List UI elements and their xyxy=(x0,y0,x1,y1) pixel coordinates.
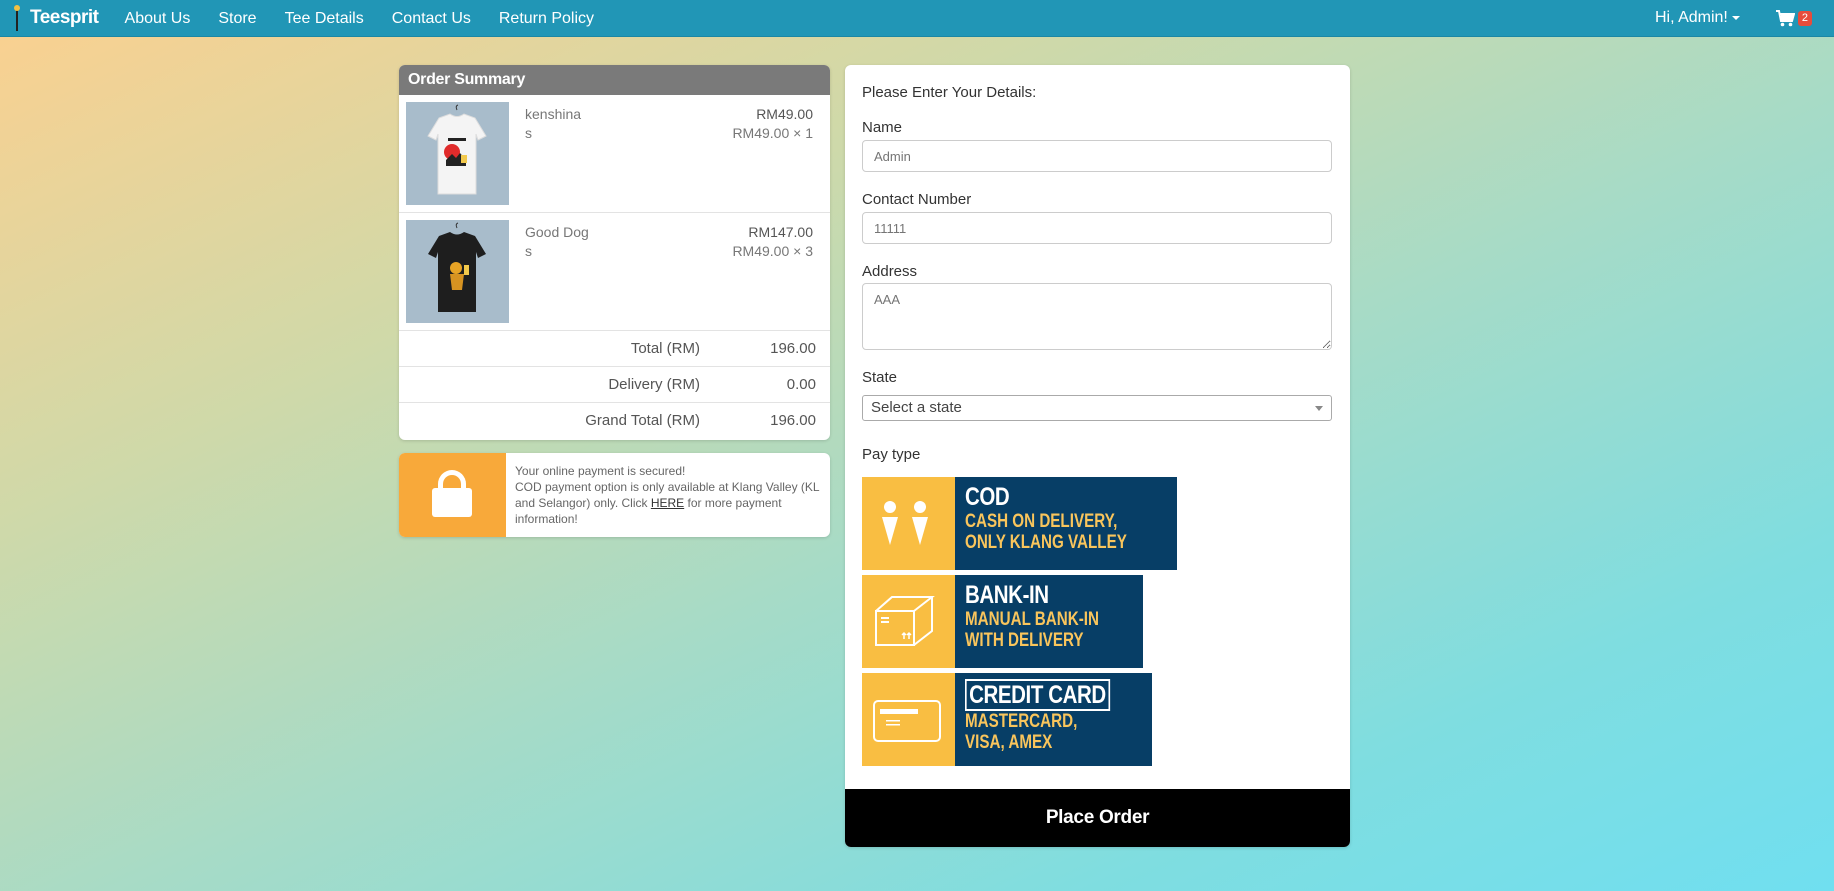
item-name: kenshina xyxy=(525,106,582,122)
state-select-value: Select a state xyxy=(871,399,962,416)
order-item: kenshina s RM49.00 RM49.00 × 1 xyxy=(399,95,830,213)
dropdown-arrow-icon xyxy=(1315,406,1323,411)
order-summary-title: Order Summary xyxy=(399,65,830,95)
payment-info-link[interactable]: HERE xyxy=(651,496,684,510)
form-title: Please Enter Your Details: xyxy=(862,84,1037,101)
order-summary-panel: Order Summary kenshina s RM49.00 RM49.00… xyxy=(399,65,830,440)
pay-option-sub: VISA, AMEX xyxy=(965,732,1053,753)
place-order-button[interactable]: Place Order xyxy=(845,789,1350,847)
item-line-total: RM147.00 xyxy=(748,224,813,240)
nav-link-contact-us[interactable]: Contact Us xyxy=(378,0,485,37)
nav-link-store[interactable]: Store xyxy=(204,0,270,37)
shopping-cart-icon xyxy=(1775,9,1795,26)
pay-option-sub: WITH DELIVERY xyxy=(965,630,1084,651)
secure-payment-notice: Your online payment is secured! COD paym… xyxy=(399,453,830,537)
delivery-value: 0.00 xyxy=(786,376,816,393)
product-image xyxy=(406,102,509,205)
white-tshirt-icon xyxy=(427,104,487,195)
caret-down-icon xyxy=(1731,16,1740,20)
card-icon xyxy=(862,673,955,766)
customer-details-form: Please Enter Your Details: Name Contact … xyxy=(845,65,1350,847)
nav-link-about-us[interactable]: About Us xyxy=(111,0,205,37)
grand-total-value: 196.00 xyxy=(770,412,816,429)
pay-option-title: COD xyxy=(965,483,1010,511)
grand-total-label: Grand Total (RM) xyxy=(585,412,700,429)
user-dropdown[interactable]: Hi, Admin! xyxy=(1655,9,1740,27)
nav-link-return-policy[interactable]: Return Policy xyxy=(485,0,608,37)
black-tshirt-icon xyxy=(428,222,486,312)
state-select[interactable]: Select a state xyxy=(862,395,1332,421)
brand-link[interactable]: Teesprit xyxy=(14,0,99,37)
pay-option-title: BANK-IN xyxy=(965,581,1049,609)
total-value: 196.00 xyxy=(770,340,816,357)
item-line-total: RM49.00 xyxy=(756,106,813,122)
address-label: Address xyxy=(862,263,918,280)
pay-option-sub: CASH ON DELIVERY, xyxy=(965,511,1118,532)
grand-total-row: Grand Total (RM) 196.00 xyxy=(399,403,830,439)
pay-option-credit-card[interactable]: CREDIT CARD MASTERCARD, VISA, AMEX xyxy=(862,673,1152,766)
total-row: Total (RM) 196.00 xyxy=(399,331,830,367)
cart-count-badge: 2 xyxy=(1797,10,1812,26)
contact-number-input[interactable] xyxy=(862,212,1332,244)
delivery-label: Delivery (RM) xyxy=(608,376,700,393)
pay-option-sub: MASTERCARD, xyxy=(965,711,1078,732)
nav-link-tee-details[interactable]: Tee Details xyxy=(271,0,378,37)
total-label: Total (RM) xyxy=(630,340,700,357)
pay-option-bank-in[interactable]: BANK-IN MANUAL BANK-IN WITH DELIVERY xyxy=(862,575,1143,668)
item-size: s xyxy=(525,243,532,259)
item-unit-price: RM49.00 × 1 xyxy=(732,125,813,141)
brand-name: Teesprit xyxy=(30,7,99,28)
lock-icon xyxy=(399,453,506,537)
item-name: Good Dog xyxy=(525,224,589,240)
pay-type-label: Pay type xyxy=(862,446,921,463)
people-icon xyxy=(862,477,955,570)
secure-payment-text: Your online payment is secured! COD paym… xyxy=(506,453,830,537)
pay-option-cod[interactable]: COD CASH ON DELIVERY, ONLY KLANG VALLEY xyxy=(862,477,1178,570)
pay-option-title: CREDIT CARD xyxy=(965,679,1110,711)
address-textarea[interactable] xyxy=(862,283,1332,350)
lightbulb-logo-icon xyxy=(14,5,20,31)
pay-option-sub: MANUAL BANK-IN xyxy=(965,609,1099,630)
delivery-row: Delivery (RM) 0.00 xyxy=(399,367,830,403)
product-image xyxy=(406,220,509,323)
user-greeting: Hi, Admin! xyxy=(1654,9,1728,26)
state-label: State xyxy=(862,369,898,386)
contact-number-label: Contact Number xyxy=(862,191,972,208)
top-navbar: Teesprit About Us Store Tee Details Cont… xyxy=(0,0,1834,37)
item-unit-price: RM49.00 × 3 xyxy=(732,243,813,259)
item-size: s xyxy=(525,125,532,141)
cart-button[interactable]: 2 xyxy=(1775,9,1812,27)
order-item: Good Dog s RM147.00 RM49.00 × 3 xyxy=(399,213,830,331)
name-label: Name xyxy=(862,119,903,136)
box-icon xyxy=(862,575,955,668)
pay-option-sub: ONLY KLANG VALLEY xyxy=(965,532,1127,553)
name-input[interactable] xyxy=(862,140,1332,172)
secure-line-1: Your online payment is secured! xyxy=(515,464,686,478)
